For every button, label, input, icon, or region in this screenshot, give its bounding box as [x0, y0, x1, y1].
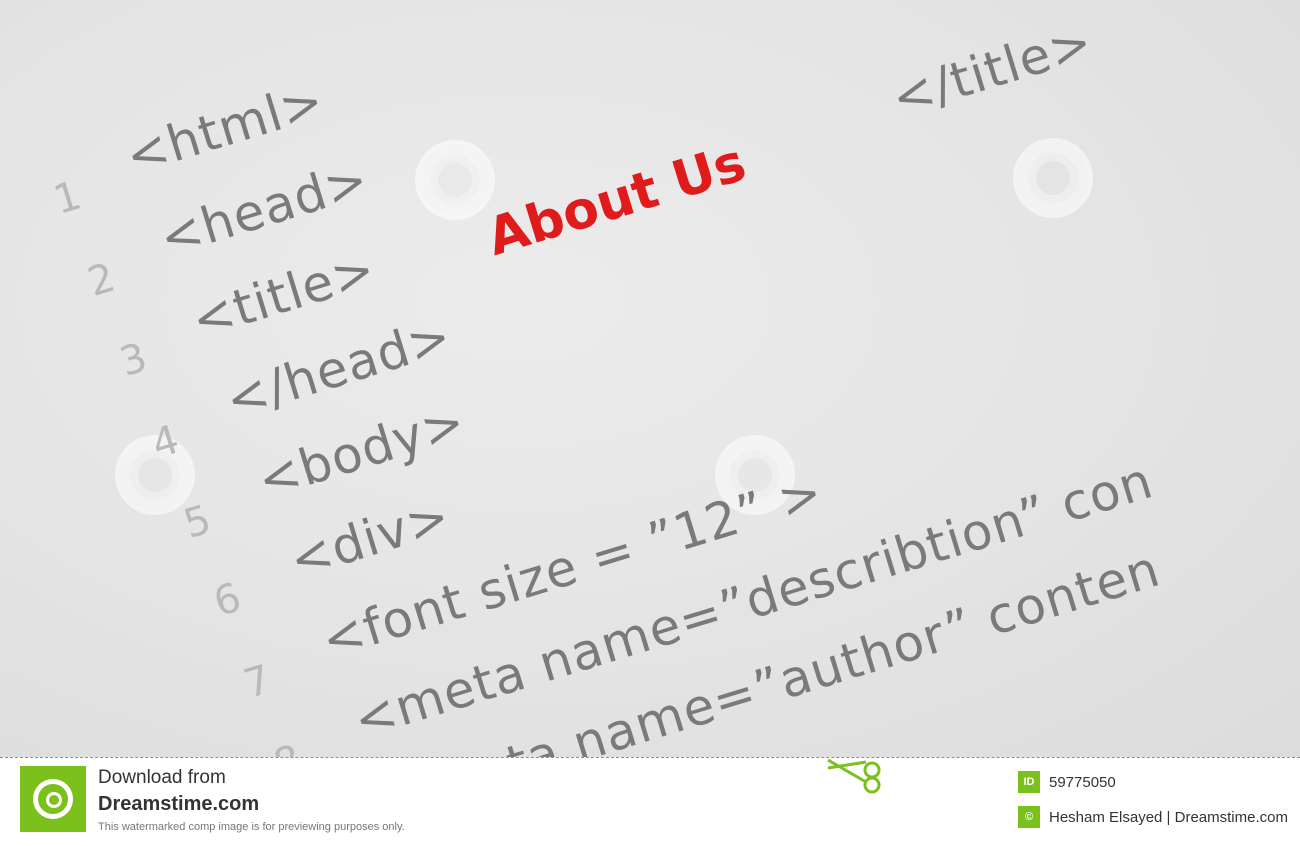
line-number: 5 [178, 496, 217, 548]
code-line: <div> [283, 486, 457, 590]
photographer-credit: Hesham Elsayed | Dreamstime.com [1049, 809, 1288, 826]
download-from-text: Download from [98, 767, 226, 788]
line-number: 7 [238, 656, 277, 708]
code-photo: 1 2 3 4 5 6 7 8 <html> <head> <title> </… [0, 0, 1300, 757]
image-id: 59775050 [1049, 774, 1116, 791]
about-us-title: About Us [480, 132, 753, 268]
dreamstime-logo-icon [20, 766, 86, 832]
copyright-icon: © [1018, 806, 1040, 828]
watermark-spiral-icon [415, 140, 495, 220]
line-number: 2 [82, 254, 121, 306]
closing-title-tag: </title> [885, 12, 1100, 129]
line-number: 3 [114, 334, 153, 386]
line-number: 6 [208, 574, 247, 626]
line-number: 8 [269, 737, 307, 757]
id-badge: ID [1018, 771, 1040, 793]
download-site-text: Dreamstime.com [98, 793, 260, 815]
line-number: 1 [48, 172, 87, 224]
scissors-icon [827, 758, 881, 794]
watermark-spiral-icon [1013, 138, 1093, 218]
watermark-footer: Download from Dreamstime.com This waterm… [0, 757, 1300, 846]
preview-note: This watermarked comp image is for previ… [98, 821, 405, 833]
